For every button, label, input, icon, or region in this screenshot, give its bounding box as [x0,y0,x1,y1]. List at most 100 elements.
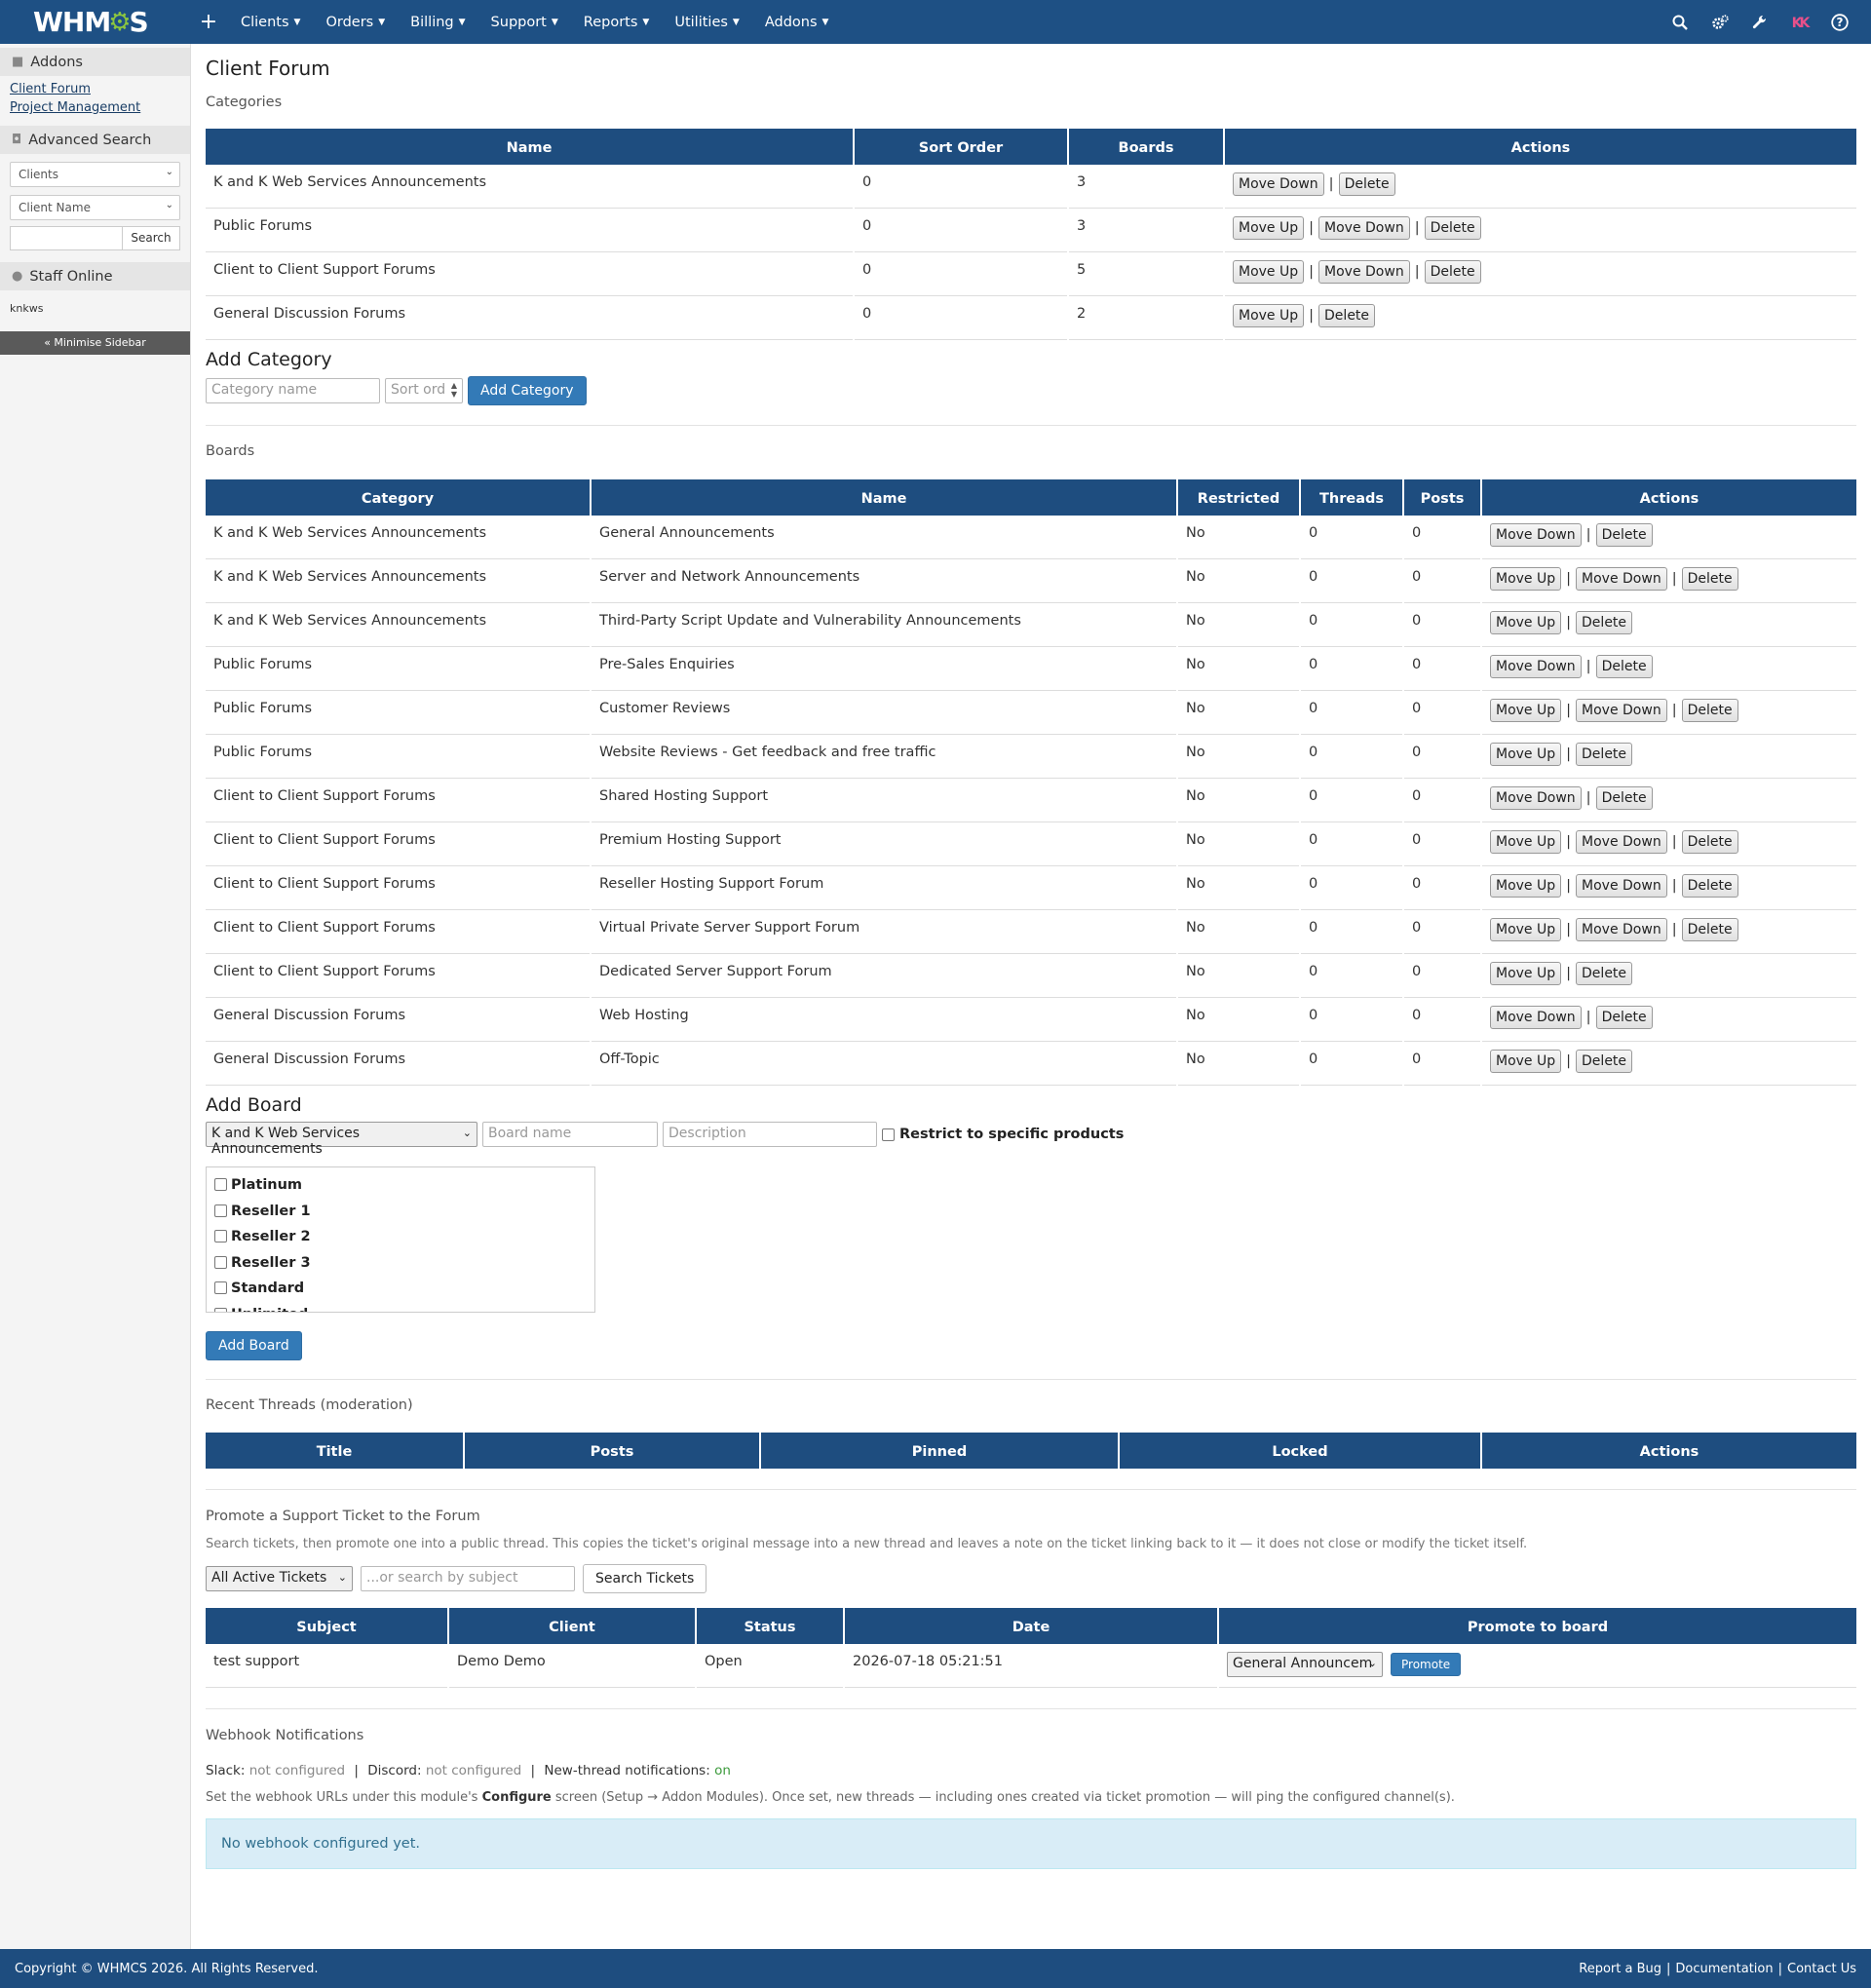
move-up-button[interactable]: Move Up [1490,567,1562,591]
nav-menu-addons[interactable]: Addons ▼ [765,15,829,30]
category-row: K and K Web Services Announcements 0 3 Move… [206,165,1856,209]
board-posts: 0 [1404,1042,1480,1086]
product-option-platinum[interactable]: Platinum [214,1177,587,1204]
sort-order-input[interactable]: Sort ord ▲ ▼ [385,378,463,403]
promote-board-select[interactable]: General Announcem ⌄ [1227,1652,1383,1677]
move-up-button[interactable]: Move Up [1490,743,1562,766]
move-down-button[interactable]: Move Down [1318,216,1410,240]
documentation-link[interactable]: Documentation [1675,1962,1773,1976]
delete-button[interactable]: Delete [1681,874,1738,898]
delete-button[interactable]: Delete [1595,1006,1653,1029]
move-up-button[interactable]: Move Up [1490,918,1562,941]
board-description-input[interactable]: Description [663,1122,877,1147]
move-up-button[interactable]: Move Up [1233,216,1305,240]
delete-button[interactable]: Delete [1576,743,1633,766]
spinner-icon[interactable]: ▲ ▼ [451,381,457,399]
delete-button[interactable]: Delete [1681,830,1738,854]
nav-menu-billing[interactable]: Billing ▼ [410,15,465,30]
minimise-sidebar-button[interactable]: « Minimise Sidebar [0,331,190,355]
move-down-button[interactable]: Move Down [1576,918,1667,941]
delete-button[interactable]: Delete [1424,216,1481,240]
move-down-button[interactable]: Move Down [1576,874,1667,898]
search-tickets-button[interactable]: Search Tickets [583,1564,707,1593]
restrict-products-list[interactable]: Platinum Reseller 1 Reseller 2 Reseller 3 St… [206,1166,595,1313]
product-checkbox[interactable] [214,1204,227,1217]
move-up-button[interactable]: Move Up [1233,260,1305,284]
report-bug-link[interactable]: Report a Bug [1579,1962,1661,1976]
product-checkbox[interactable] [214,1281,227,1294]
add-category-button[interactable]: Add Category [468,376,587,405]
move-down-button[interactable]: Move Down [1576,567,1667,591]
product-option-standard[interactable]: Standard [214,1281,587,1307]
move-up-button[interactable]: Move Up [1490,699,1562,722]
move-up-button[interactable]: Move Up [1490,1050,1562,1073]
add-board-button[interactable]: Add Board [206,1331,302,1360]
move-down-button[interactable]: Move Down [1490,1006,1582,1029]
sidebar-link-client-forum[interactable]: Client Forum [0,80,190,98]
whmcs-logo[interactable]: WHM ⚙ S [33,6,160,38]
product-checkbox[interactable] [214,1178,227,1191]
staff-online-name: knkws [10,302,44,315]
search-icon[interactable] [1660,13,1699,32]
search-field-select[interactable]: Client Name ⌄ [10,195,180,220]
move-down-button[interactable]: Move Down [1576,830,1667,854]
delete-button[interactable]: Delete [1681,567,1738,591]
delete-button[interactable]: Delete [1318,304,1376,327]
delete-button[interactable]: Delete [1595,655,1653,678]
delete-button[interactable]: Delete [1576,611,1633,634]
product-option-reseller-3[interactable]: Reseller 3 [214,1255,587,1281]
product-option-reseller-2[interactable]: Reseller 2 [214,1229,587,1255]
delete-button[interactable]: Delete [1576,962,1633,985]
delete-button[interactable]: Delete [1681,699,1738,722]
product-checkbox[interactable] [214,1255,227,1269]
product-checkbox[interactable] [214,1230,227,1242]
delete-button[interactable]: Delete [1576,1050,1633,1073]
move-up-button[interactable]: Move Up [1490,830,1562,854]
board-name-input[interactable]: Board name [482,1122,658,1147]
sidebar-search-input[interactable] [10,226,123,250]
help-icon[interactable]: ? [1819,13,1859,32]
move-down-button[interactable]: Move Down [1490,655,1582,678]
sidebar-search-button[interactable]: Search [123,226,180,250]
board-posts: 0 [1404,779,1480,822]
move-down-button[interactable]: Move Down [1233,172,1324,196]
restrict-checkbox[interactable] [882,1128,895,1141]
product-option-unlimited[interactable]: Unlimited [214,1307,587,1312]
nav-menu-support[interactable]: Support ▼ [491,15,558,30]
move-up-button[interactable]: Move Up [1490,962,1562,985]
delete-button[interactable]: Delete [1595,786,1653,810]
nav-menu-clients[interactable]: Clients ▼ [241,15,300,30]
move-down-button[interactable]: Move Down [1576,699,1667,722]
ticket-filter-select[interactable]: All Active Tickets ⌄ [206,1566,353,1591]
board-threads: 0 [1301,822,1402,866]
product-option-reseller-1[interactable]: Reseller 1 [214,1204,587,1230]
delete-button[interactable]: Delete [1681,918,1738,941]
move-down-button[interactable]: Move Down [1490,786,1582,810]
sidebar-link-project-management[interactable]: Project Management [0,98,190,117]
wrench-icon[interactable] [1739,13,1779,32]
quick-add-button[interactable]: + [194,10,223,34]
webhook-help-post: screen (Setup → Addon Modules). Once set… [551,1790,1455,1805]
delete-button[interactable]: Delete [1424,260,1481,284]
move-up-button[interactable]: Move Up [1233,304,1305,327]
move-up-button[interactable]: Move Up [1490,874,1562,898]
promote-button[interactable]: Promote [1391,1653,1462,1676]
move-down-button[interactable]: Move Down [1490,523,1582,547]
nav-menu-orders[interactable]: Orders ▼ [325,15,385,30]
delete-button[interactable]: Delete [1595,523,1653,547]
cogs-icon[interactable] [1699,13,1739,32]
move-down-button[interactable]: Move Down [1318,260,1410,284]
board-category-select[interactable]: K and K Web Services Announcements ⌄ [206,1122,477,1157]
contact-us-link[interactable]: Contact Us [1787,1962,1856,1976]
delete-button[interactable]: Delete [1338,172,1395,196]
user-avatar-icon[interactable]: KK [1779,13,1819,32]
nav-menu-reports[interactable]: Reports ▼ [584,15,650,30]
category-name-input[interactable]: Category name [206,378,380,403]
ticket-subject-search-input[interactable]: ...or search by subject [361,1566,575,1591]
product-checkbox[interactable] [214,1307,227,1312]
search-type-select[interactable]: Clients ⌄ [10,162,180,187]
board-actions: Move Up | Delete [1482,954,1856,998]
move-up-button[interactable]: Move Up [1490,611,1562,634]
promote-description: Search tickets, then promote one into a … [206,1537,1528,1551]
nav-menu-utilities[interactable]: Utilities ▼ [674,15,740,30]
